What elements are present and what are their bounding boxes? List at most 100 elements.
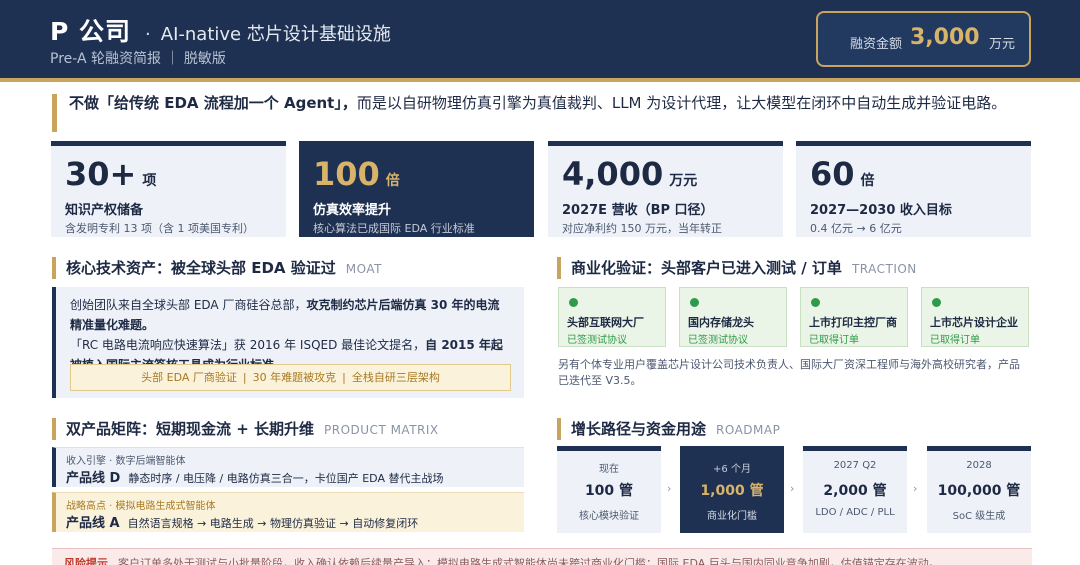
stage-time: 2028 xyxy=(966,460,992,471)
kpi-card-revenue: 4,000 万元 2027E 营收（BP 口径） 对应净利约 150 万元，当年转… xyxy=(548,141,783,237)
customer-status: 已签测试协议 xyxy=(688,335,748,346)
kpi-unit: 项 xyxy=(142,173,157,189)
header-gold-rule xyxy=(0,78,1080,82)
section-title: 商业化验证：头部客户已进入测试 / 订单 xyxy=(571,259,842,277)
stage-value: 2,000 管 xyxy=(823,483,887,499)
statement-rest: 而是以自研物理仿真引擎为真值裁判、LLM 为设计代理，让大模型在闭环中自动生成并… xyxy=(356,94,1007,112)
company-name: P 公司 xyxy=(50,17,132,46)
status-dot-icon xyxy=(932,298,941,307)
kpi-desc: 0.4 亿元 → 6 亿元 xyxy=(810,222,902,235)
status-dot-icon xyxy=(811,298,820,307)
stage-value: 1,000 管 xyxy=(700,483,764,499)
customer-name: 国内存储龙头 xyxy=(688,316,754,329)
moat-tag: 30 年难题被攻克 xyxy=(252,371,337,384)
stage-desc: 商业化门槛 xyxy=(707,511,757,522)
kpi-desc: 核心算法已成国际 EDA 行业标准 xyxy=(313,222,475,235)
section-title: 增长路径与资金用途 xyxy=(571,420,707,438)
moat-tags-bar: 头部 EDA 厂商验证 | 30 年难题被攻克 | 全栈自研三层架构 xyxy=(70,364,511,391)
chevron-right-icon: › xyxy=(913,482,918,495)
risk-label: 风险提示 xyxy=(64,557,108,565)
customer-card: 上市打印主控厂商 已取得订单 xyxy=(800,287,908,347)
roadmap-stage: 现在 100 管 核心模块验证 xyxy=(557,446,661,533)
stage-value: 100,000 管 xyxy=(937,483,1021,499)
customer-card: 国内存储龙头 已签测试协议 xyxy=(679,287,787,347)
customer-status: 已签测试协议 xyxy=(567,335,627,346)
product-label: 收入引擎 · 数字后端智能体 xyxy=(66,456,186,467)
risk-text: 客户订单多处于测试与小批量阶段，收入确认依赖后续量产导入；模拟电路生成式智能体尚… xyxy=(118,557,940,565)
kpi-unit: 倍 xyxy=(860,173,875,189)
customer-card: 上市芯片设计企业 已取得订单 xyxy=(921,287,1029,347)
risk-disclaimer: 风险提示 客户订单多处于测试与小批量阶段，收入确认依赖后续量产导入；模拟电路生成… xyxy=(52,548,1032,565)
moat-text: 「RC 电路电流响应快速算法」获 2016 年 ISQED 最佳论文提名， xyxy=(70,338,426,352)
chevron-right-icon: › xyxy=(790,482,795,495)
customer-status: 已取得订单 xyxy=(930,335,980,346)
customer-name: 上市芯片设计企业 xyxy=(930,316,1018,329)
statement-lead: 不做「给传统 EDA 流程加一个 Agent」， xyxy=(69,94,357,112)
kpi-card-efficiency: 100 倍 仿真效率提升 核心算法已成国际 EDA 行业标准 xyxy=(299,141,534,237)
moat-panel: 创始团队来自全球头部 EDA 厂商硅谷总部，攻克制约芯片后端仿真 30 年的电流… xyxy=(52,287,524,398)
funding-unit: 万元 xyxy=(989,37,1016,52)
customer-name: 上市打印主控厂商 xyxy=(809,316,897,329)
kpi-value: 30+ xyxy=(65,155,137,193)
title-separator: · xyxy=(145,24,151,45)
traction-section-heading: 商业化验证：头部客户已进入测试 / 订单 TRACTION xyxy=(557,257,917,279)
roadmap-stage: +6 个月 1,000 管 商业化门槛 xyxy=(680,446,784,533)
moat-section-heading: 核心技术资产：被全球头部 EDA 验证过 MOAT xyxy=(52,257,382,279)
positioning-statement: 不做「给传统 EDA 流程加一个 Agent」，而是以自研物理仿真引擎为真值裁判… xyxy=(52,94,1037,132)
customer-card: 头部互联网大厂 已签测试协议 xyxy=(558,287,666,347)
kpi-desc: 含发明专利 13 项（含 1 项美国专利） xyxy=(65,222,254,235)
roadmap-section-heading: 增长路径与资金用途 ROADMAP xyxy=(557,418,780,440)
product-desc: 自然语言规格 → 电路生成 → 物理仿真验证 → 自动修复闭环 xyxy=(127,517,419,530)
section-title-en: ROADMAP xyxy=(716,423,781,437)
chevron-right-icon: › xyxy=(667,482,672,495)
moat-tag: 头部 EDA 厂商验证 xyxy=(141,371,237,384)
stage-time: 2027 Q2 xyxy=(833,460,877,471)
funding-label: 融资金额 xyxy=(850,37,903,52)
product-desc: 静态时序 / 电压降 / 电路仿真三合一，卡位国产 EDA 替代主战场 xyxy=(128,472,444,485)
section-title-en: MOAT xyxy=(345,262,382,276)
header-subtitle: Pre-A 轮融资简报 ｜ 脱敏版 xyxy=(50,51,226,67)
stage-time: +6 个月 xyxy=(713,464,751,475)
section-title-en: TRACTION xyxy=(851,262,917,276)
funding-amount-box: 融资金额 3,000 万元 xyxy=(816,11,1031,67)
kpi-title: 仿真效率提升 xyxy=(313,203,392,218)
kpi-value: 100 xyxy=(313,155,380,193)
moat-tag: 全栈自研三层架构 xyxy=(351,371,440,384)
company-tagline: AI-native 芯片设计基础设施 xyxy=(160,24,391,45)
status-dot-icon xyxy=(690,298,699,307)
stage-desc: SoC 级生成 xyxy=(952,511,1006,522)
stage-time: 现在 xyxy=(599,464,619,475)
product-line-d: 收入引擎 · 数字后端智能体 产品线 D 静态时序 / 电压降 / 电路仿真三合一… xyxy=(52,447,524,487)
kpi-value: 60 xyxy=(810,155,855,193)
moat-description: 创始团队来自全球头部 EDA 厂商硅谷总部，攻克制约芯片后端仿真 30 年的电流… xyxy=(70,295,510,375)
kpi-desc: 对应净利约 150 万元，当年转正 xyxy=(562,222,722,235)
products-section-heading: 双产品矩阵：短期现金流 + 长期升维 PRODUCT MATRIX xyxy=(52,418,439,440)
customer-status: 已取得订单 xyxy=(809,335,859,346)
product-name: 产品线 D xyxy=(66,471,121,486)
customer-name: 头部互联网大厂 xyxy=(567,316,644,329)
section-title: 双产品矩阵：短期现金流 + 长期升维 xyxy=(66,420,315,438)
header-banner: P 公司 · AI-native 芯片设计基础设施 Pre-A 轮融资简报 ｜ 脱敏… xyxy=(0,0,1080,78)
header-title-row: P 公司 · AI-native 芯片设计基础设施 xyxy=(50,12,391,48)
kpi-title: 2027E 营收（BP 口径） xyxy=(562,203,714,218)
moat-text: 创始团队来自全球头部 EDA 厂商硅谷总部， xyxy=(70,298,307,312)
section-title-en: PRODUCT MATRIX xyxy=(324,423,439,437)
traction-note: 另有个体专业用户覆盖芯片设计公司技术负责人、国际大厂资深工程师与海外高校研究者，… xyxy=(558,358,1020,387)
kpi-card-growth: 60 倍 2027—2030 收入目标 0.4 亿元 → 6 亿元 xyxy=(796,141,1031,237)
roadmap-stage: 2028 100,000 管 SoC 级生成 xyxy=(927,446,1031,533)
kpi-title: 2027—2030 收入目标 xyxy=(810,203,952,218)
product-label: 战略高点 · 模拟电路生成式智能体 xyxy=(66,501,216,512)
kpi-unit: 万元 xyxy=(669,173,698,189)
product-line-a: 战略高点 · 模拟电路生成式智能体 产品线 A 自然语言规格 → 电路生成 → 物… xyxy=(52,492,524,532)
stage-value: 100 管 xyxy=(584,483,634,499)
status-dot-icon xyxy=(569,298,578,307)
section-title: 核心技术资产：被全球头部 EDA 验证过 xyxy=(66,259,336,277)
funding-amount: 3,000 xyxy=(910,25,980,50)
kpi-value: 4,000 xyxy=(562,155,664,193)
roadmap-stage: 2027 Q2 2,000 管 LDO / ADC / PLL xyxy=(803,446,907,533)
kpi-title: 知识产权储备 xyxy=(65,203,144,218)
stage-desc: LDO / ADC / PLL xyxy=(815,507,895,518)
product-name: 产品线 A xyxy=(66,516,120,531)
kpi-unit: 倍 xyxy=(385,173,400,189)
kpi-card-ip: 30+ 项 知识产权储备 含发明专利 13 项（含 1 项美国专利） xyxy=(51,141,286,237)
